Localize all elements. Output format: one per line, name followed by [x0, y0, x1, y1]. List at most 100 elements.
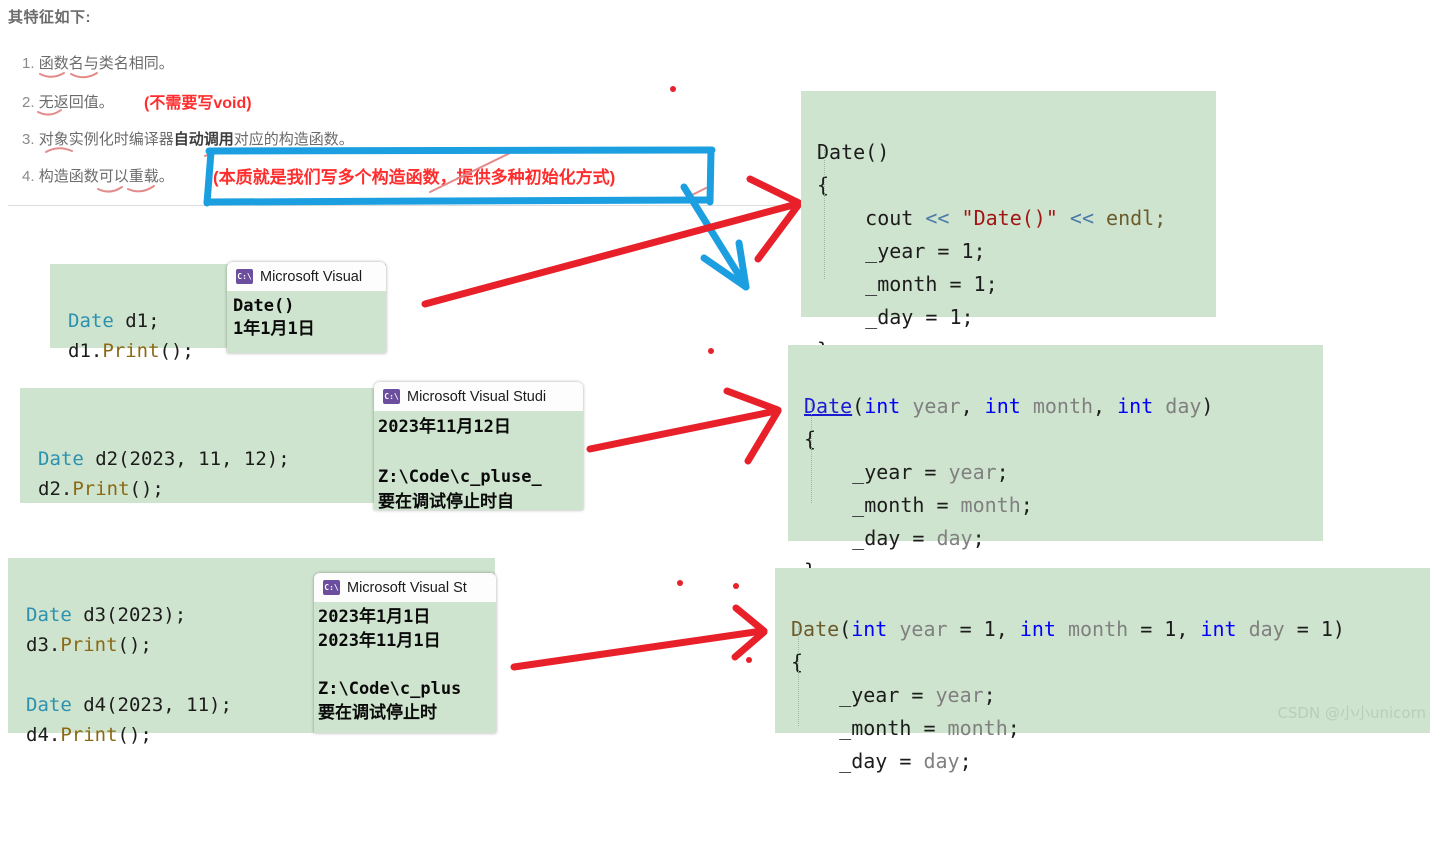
red-underline-1a — [39, 72, 65, 78]
ctor-default-assign-month: _month = 1; — [865, 272, 998, 296]
ctor-params-arg-day: day — [1153, 394, 1202, 418]
console-line-1-1: Date() — [233, 296, 295, 316]
note-text-3-post: 对应的构造函数。 — [233, 131, 354, 148]
ctor-params-kw-int-3: int — [1117, 394, 1154, 418]
red-tick-top — [204, 149, 219, 157]
console-titlebar-2[interactable]: C:\ Microsoft Visual Studi — [374, 382, 583, 411]
slide-canvas: 其特征如下: 1. 函数名与类名相同。 2. 无返回值。 (不需要写void) … — [0, 0, 1436, 773]
console-output-2: 2023年11月12日 Z:\Code\c_pluse_ 要在调试停止时自 — [374, 411, 583, 510]
code-type-date-2: Date — [38, 448, 84, 470]
ctor-params-semi-day: ; — [972, 526, 985, 550]
console-line-3-4: Z:\Code\c_plus — [318, 679, 462, 699]
note-text-4: 构造函数可以重载。 — [38, 168, 174, 185]
ctor-defaults-val-day: = 1) — [1284, 617, 1345, 641]
code-ctor-default: Date() { cout << "Date()" << endl; _year… — [801, 91, 1216, 362]
code-var-d3: d3 — [26, 634, 49, 656]
ctor-default-signature: Date() — [817, 140, 890, 164]
code-type-date-3: Date — [26, 604, 72, 626]
code-call-print-2: Print — [72, 478, 130, 500]
cmd-icon-2: C:\ — [383, 389, 400, 404]
red-dot-1 — [670, 86, 676, 92]
note-text-2: 无返回值。 — [38, 94, 114, 111]
ctor-defaults-open-paren: ( — [839, 617, 852, 641]
ctor-params-semi-year: ; — [996, 460, 1009, 484]
indent-guide-1 — [824, 149, 826, 279]
ctor-defaults-semi-day: ; — [959, 749, 972, 773]
red-arrow-2 — [586, 387, 782, 465]
red-arrow-3 — [510, 604, 768, 671]
csdn-watermark: CSDN @小小unicorn — [1277, 704, 1426, 722]
code-sample-d2: Date d2(2023, 11, 12); d2.Print(); — [20, 388, 420, 503]
red-dot-3 — [677, 580, 683, 586]
ctor-params-kw-int-1: int — [864, 394, 901, 418]
note-item-4: 4. 构造函数可以重载。 — [22, 165, 174, 186]
code-parens-2: (); — [129, 478, 164, 500]
ctor-params-rhs-month: month — [960, 493, 1021, 517]
console-title-text-2: Microsoft Visual Studi — [407, 388, 547, 405]
code-parens-4: (); — [117, 724, 152, 746]
code-call-print-1: Print — [102, 340, 160, 362]
ctor-default-endl: endl; — [1094, 206, 1167, 230]
note-number-3: 3. — [22, 131, 35, 148]
console-line-2-3: Z:\Code\c_pluse_ — [378, 467, 542, 487]
code-dot-2: . — [60, 478, 73, 500]
note-item-1: 1. 函数名与类名相同。 — [22, 52, 174, 73]
ctor-params-lhs-year: _year = — [852, 460, 949, 484]
code-dot-1: . — [90, 340, 103, 362]
console-line-2-4: 要在调试停止时自 — [378, 492, 514, 510]
ctor-params-semi-month: ; — [1020, 493, 1033, 517]
red-underline-4b — [127, 185, 155, 193]
code-var-d1: d1 — [68, 340, 91, 362]
ctor-defaults-lhs-day: _day = — [839, 749, 924, 773]
code-dot-4: . — [48, 724, 61, 746]
code-call-print-4: Print — [60, 724, 118, 746]
code-decl-d3: d3(2023); — [71, 604, 187, 626]
code-type-date-4: Date — [26, 694, 72, 716]
console-line-3-5: 要在调试停止时 — [318, 703, 437, 723]
code-var-d4: d4 — [26, 724, 49, 746]
ctor-params-kw-int-2: int — [984, 394, 1021, 418]
ctor-default-assign-day: _day = 1; — [865, 305, 974, 329]
console-output-3: 2023年1月1日 2023年11月1日 Z:\Code\c_plus 要在调试… — [314, 602, 496, 733]
red-dot-4 — [733, 583, 739, 589]
code-decl-d1: d1; — [113, 310, 160, 332]
console-window-2[interactable]: C:\ Microsoft Visual Studi 2023年11月12日 Z… — [374, 382, 583, 510]
red-underline-4a — [97, 186, 123, 193]
blue-arrow — [680, 183, 750, 291]
console-output-1: Date() 1年1月1日 — [227, 291, 386, 353]
console-window-3[interactable]: C:\ Microsoft Visual St 2023年1月1日 2023年1… — [314, 573, 496, 733]
ctor-default-space-2 — [1058, 206, 1070, 230]
ctor-defaults-arg-month: month — [1055, 617, 1129, 641]
note-number-1: 1. — [22, 55, 35, 72]
ctor-defaults-rhs-year: year — [935, 683, 984, 707]
console-titlebar-3[interactable]: C:\ Microsoft Visual St — [314, 573, 496, 602]
console-line-3-1: 2023年1月1日 — [318, 607, 431, 627]
ctor-defaults-lhs-year: _year = — [839, 683, 936, 707]
note-text-1: 函数名与类名相同。 — [38, 55, 174, 72]
ctor-defaults-arg-year: year — [887, 617, 948, 641]
ctor-default-string-literal: "Date()" — [961, 206, 1058, 230]
console-title-text-3: Microsoft Visual St — [347, 579, 467, 596]
ctor-params-comma-1: , — [960, 394, 985, 418]
note-number-2: 2. — [22, 94, 35, 111]
ctor-params-close-paren: ) — [1201, 394, 1214, 418]
console-titlebar-1[interactable]: C:\ Microsoft Visual — [227, 262, 386, 291]
code-call-print-3: Print — [60, 634, 118, 656]
ctor-params-comma-2: , — [1093, 394, 1118, 418]
note-item-2: 2. 无返回值。 — [22, 91, 114, 112]
page-title: 其特征如下: — [8, 9, 91, 26]
red-dot-2 — [708, 348, 714, 354]
ctor-default-shift-1: << — [925, 206, 950, 230]
ctor-default-cout-kw: cout — [865, 206, 926, 230]
ctor-defaults-semi-month: ; — [1007, 716, 1020, 740]
ctor-defaults-kw-int-2: int — [1019, 617, 1056, 641]
ctor-params-open-paren: ( — [852, 394, 865, 418]
console-window-1[interactable]: C:\ Microsoft Visual Date() 1年1月1日 — [227, 262, 386, 353]
code-ctor-params: Date(int year, int month, int day) { _ye… — [788, 345, 1323, 583]
indent-guide-2 — [811, 403, 813, 503]
code-parens-3: (); — [117, 634, 152, 656]
console-line-2-1: 2023年11月12日 — [378, 417, 511, 437]
code-dot-3: . — [48, 634, 61, 656]
code-decl-d2: d2(2023, 11, 12); — [83, 448, 290, 470]
red-underline-1b — [70, 72, 98, 79]
